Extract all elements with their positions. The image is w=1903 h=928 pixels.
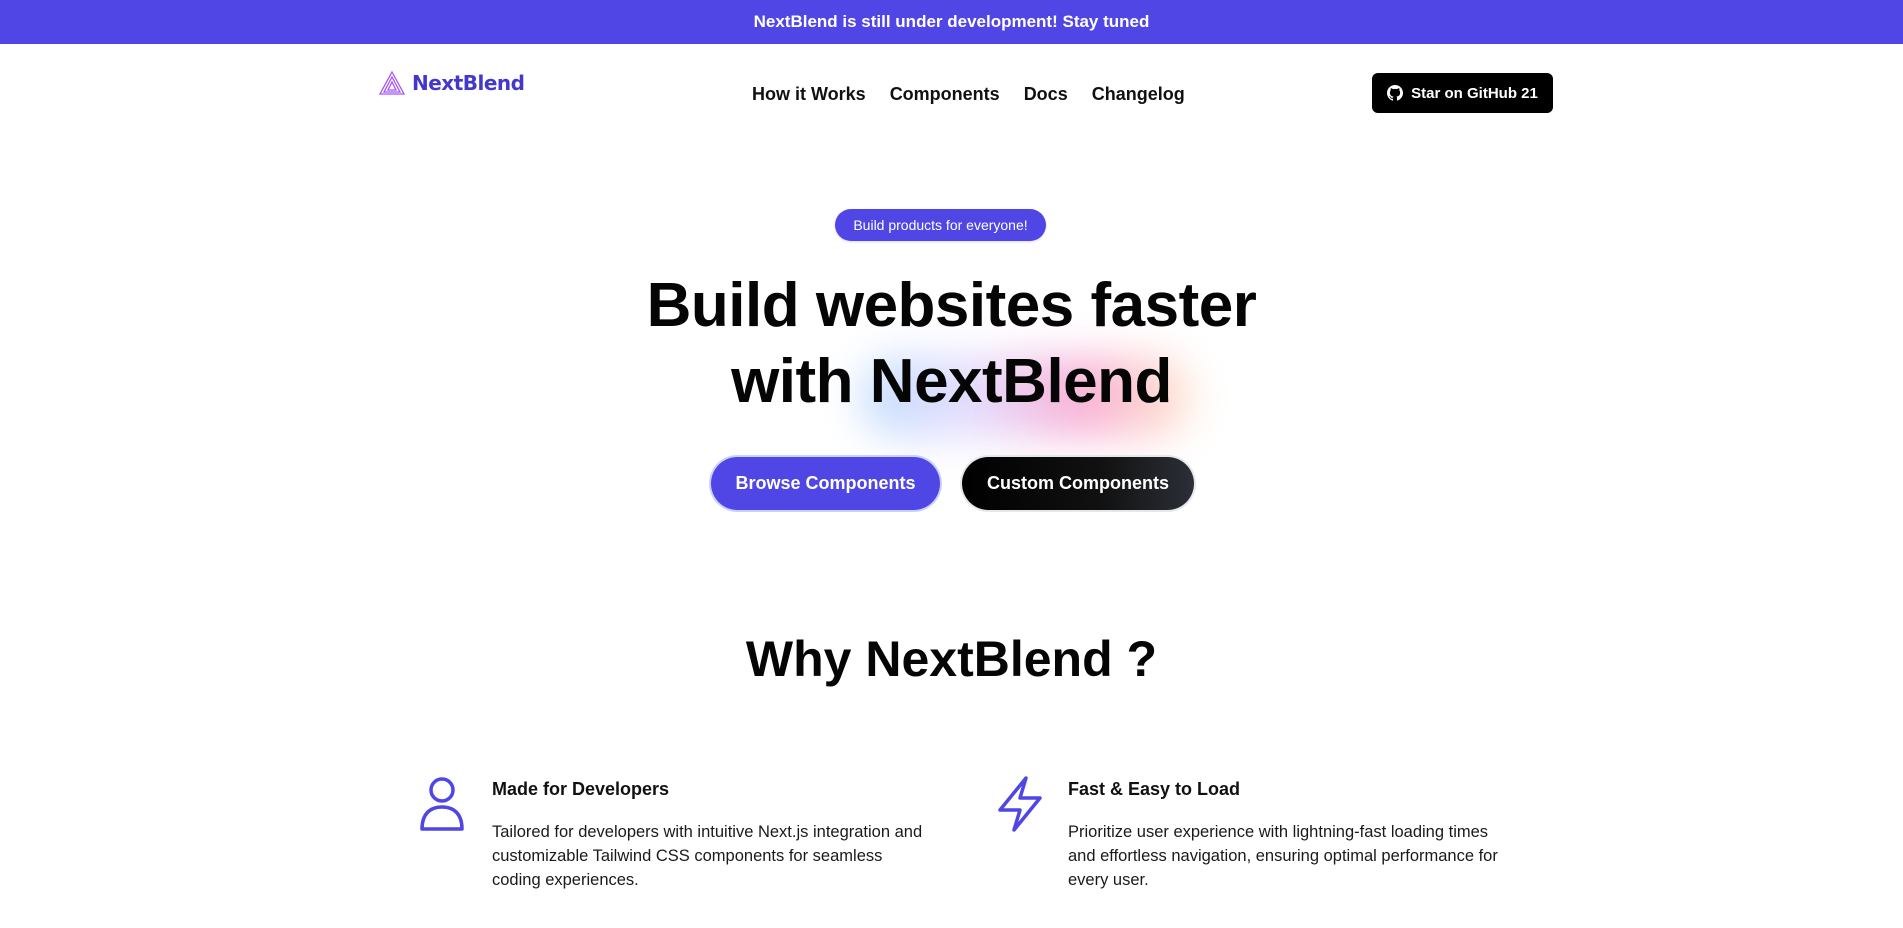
feature-description: Prioritize user experience with lightnin…: [1068, 823, 1498, 889]
feature-title: Made for Developers: [492, 779, 670, 799]
top-navbar: NextBlend How it Works Components Docs C…: [0, 44, 1903, 151]
logo-icon: [378, 70, 406, 95]
logo-text: NextBlend: [412, 71, 525, 95]
nav-links: How it Works Components Docs Changelog: [752, 84, 1185, 105]
custom-components-label: Custom Components: [987, 473, 1169, 493]
hero-title-line2: with NextBlend: [0, 344, 1903, 438]
logo[interactable]: NextBlend: [378, 70, 525, 96]
lightning-icon: [998, 776, 1042, 832]
banner-text: NextBlend is still under development! St…: [753, 12, 1150, 31]
hero-title-highlight-wrap: NextBlend: [859, 344, 1192, 438]
browse-components-button[interactable]: Browse Components: [711, 457, 940, 510]
hero-title-highlight: NextBlend: [869, 347, 1173, 416]
announcement-banner: NextBlend is still under development! St…: [0, 0, 1903, 44]
nav-link-components[interactable]: Components: [890, 84, 1000, 105]
nav-link-how-it-works[interactable]: How it Works: [752, 84, 866, 105]
browse-components-label: Browse Components: [735, 473, 916, 493]
custom-components-button[interactable]: Custom Components: [962, 457, 1194, 510]
hero-title-prefix: with: [731, 347, 854, 416]
nav-link-docs[interactable]: Docs: [1024, 84, 1068, 105]
github-icon: [1387, 85, 1404, 101]
hero-title: Build websites faster with NextBlend: [0, 268, 1903, 438]
hero-badge-text: Build products for everyone!: [853, 217, 1028, 233]
user-icon: [420, 777, 464, 831]
hero-badge: Build products for everyone!: [835, 209, 1046, 241]
nav-link-changelog[interactable]: Changelog: [1092, 84, 1185, 105]
github-button-label: Star on GitHub 21: [1411, 84, 1538, 102]
feature-title: Fast & Easy to Load: [1068, 779, 1241, 799]
github-star-button[interactable]: Star on GitHub 21: [1372, 73, 1553, 113]
hero-title-line1: Build websites faster: [646, 271, 1257, 340]
why-section-title: Why NextBlend ?: [745, 631, 1158, 687]
feature-description: Tailored for developers with intuitive N…: [492, 823, 923, 889]
